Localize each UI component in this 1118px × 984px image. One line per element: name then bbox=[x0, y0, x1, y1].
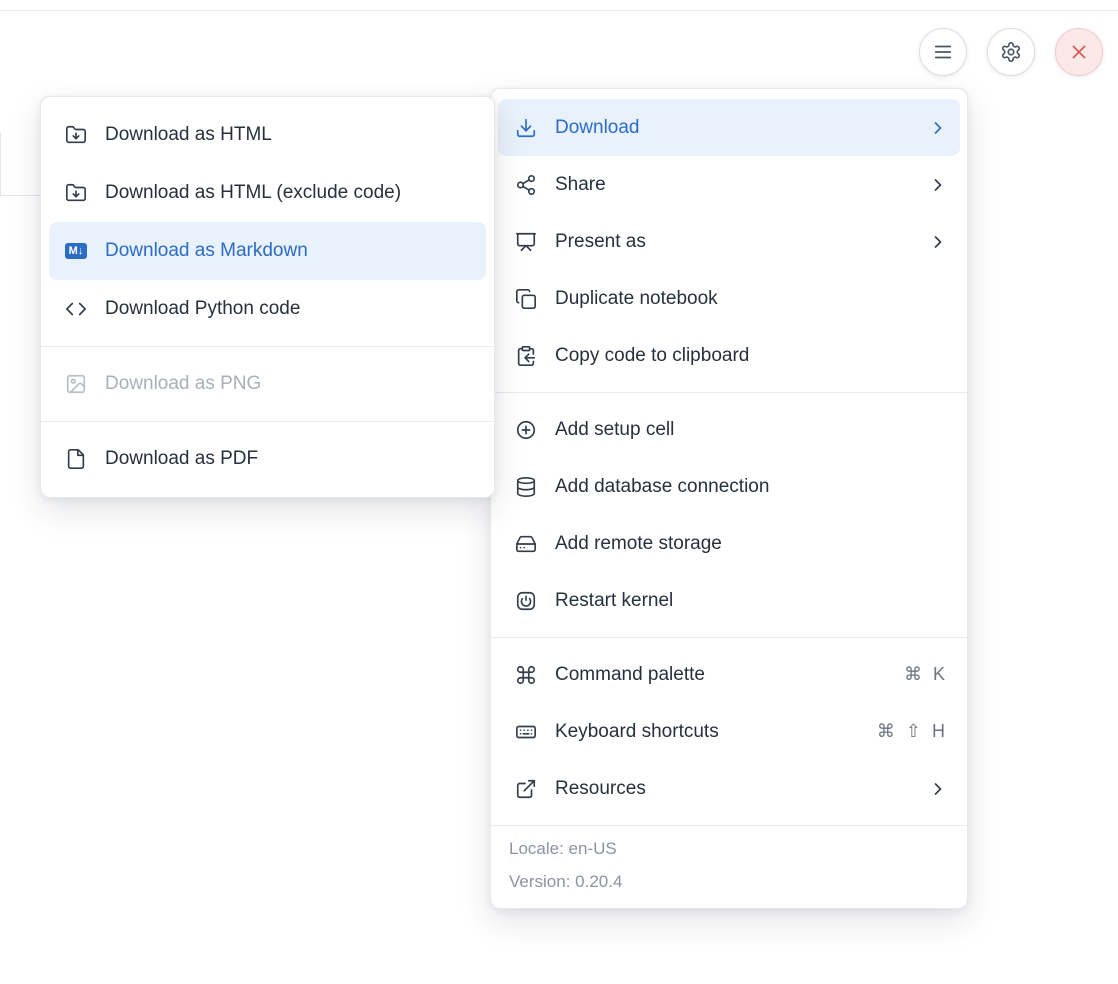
menu-footer: Locale: en-US Version: 0.20.4 bbox=[491, 825, 967, 908]
command-icon bbox=[515, 664, 537, 686]
gear-icon bbox=[1000, 41, 1022, 63]
submenu-item-download-png: Download as PNG bbox=[49, 355, 486, 413]
menu-item-label: Command palette bbox=[555, 664, 886, 686]
close-icon bbox=[1068, 41, 1090, 63]
background-cell-border bbox=[0, 133, 40, 196]
chevron-right-icon bbox=[928, 232, 948, 252]
menu-separator bbox=[41, 346, 494, 347]
keyboard-shortcut: ⌘ ⇧ H bbox=[877, 721, 948, 742]
menu-separator bbox=[491, 392, 967, 393]
hard-drive-icon bbox=[515, 533, 537, 555]
image-icon bbox=[65, 373, 87, 395]
download-icon bbox=[515, 117, 537, 139]
chevron-right-icon bbox=[928, 118, 948, 138]
code-icon bbox=[65, 298, 87, 320]
menu-item-label: Duplicate notebook bbox=[555, 288, 948, 310]
submenu-item-download-python-code[interactable]: Download Python code bbox=[49, 280, 486, 338]
menu-item-label: Add database connection bbox=[555, 476, 948, 498]
menu-item-label: Copy code to clipboard bbox=[555, 345, 948, 367]
menu-item-add-remote-storage[interactable]: Add remote storage bbox=[498, 515, 960, 572]
folder-down-icon bbox=[65, 182, 87, 204]
database-icon bbox=[515, 476, 537, 498]
submenu-item-download-markdown[interactable]: M↓ Download as Markdown bbox=[49, 222, 486, 280]
hamburger-icon bbox=[932, 41, 954, 63]
menu-item-label: Restart kernel bbox=[555, 590, 948, 612]
menu-item-label: Download as Markdown bbox=[105, 240, 474, 262]
menu-item-label: Add remote storage bbox=[555, 533, 948, 555]
menu-item-command-palette[interactable]: Command palette ⌘ K bbox=[498, 646, 960, 703]
submenu-item-download-html[interactable]: Download as HTML bbox=[49, 106, 486, 164]
close-button[interactable] bbox=[1055, 28, 1103, 76]
clipboard-copy-icon bbox=[515, 345, 537, 367]
submenu-item-download-html-exclude-code[interactable]: Download as HTML (exclude code) bbox=[49, 164, 486, 222]
settings-button[interactable] bbox=[987, 28, 1035, 76]
menu-item-label: Present as bbox=[555, 231, 910, 253]
keyboard-icon bbox=[515, 721, 537, 743]
menu-item-label: Download Python code bbox=[105, 298, 474, 320]
menu-item-label: Keyboard shortcuts bbox=[555, 721, 859, 743]
menu-item-label: Resources bbox=[555, 778, 910, 800]
file-icon bbox=[65, 448, 87, 470]
page-top-border bbox=[0, 10, 1118, 11]
menu-item-label: Download as PNG bbox=[105, 373, 474, 395]
notebook-toolbar bbox=[919, 28, 1103, 76]
menu-item-resources[interactable]: Resources bbox=[498, 760, 960, 817]
folder-down-icon bbox=[65, 124, 87, 146]
plus-circle-icon bbox=[515, 419, 537, 441]
menu-item-download[interactable]: Download bbox=[498, 99, 960, 156]
menu-item-restart-kernel[interactable]: Restart kernel bbox=[498, 572, 960, 629]
menu-separator bbox=[491, 637, 967, 638]
menu-item-label: Download as HTML (exclude code) bbox=[105, 182, 474, 204]
menu-item-label: Download as PDF bbox=[105, 448, 474, 470]
menu-item-duplicate-notebook[interactable]: Duplicate notebook bbox=[498, 270, 960, 327]
menu-button[interactable] bbox=[919, 28, 967, 76]
menu-item-label: Download as HTML bbox=[105, 124, 474, 146]
menu-item-keyboard-shortcuts[interactable]: Keyboard shortcuts ⌘ ⇧ H bbox=[498, 703, 960, 760]
presentation-icon bbox=[515, 231, 537, 253]
locale-text: Locale: en-US bbox=[509, 839, 949, 859]
menu-item-label: Share bbox=[555, 174, 910, 196]
download-submenu: Download as HTML Download as HTML (exclu… bbox=[40, 96, 495, 498]
duplicate-icon bbox=[515, 288, 537, 310]
keyboard-shortcut: ⌘ K bbox=[904, 664, 948, 685]
menu-item-label: Download bbox=[555, 117, 910, 139]
power-icon bbox=[515, 590, 537, 612]
external-link-icon bbox=[515, 778, 537, 800]
menu-item-label: Add setup cell bbox=[555, 419, 948, 441]
submenu-item-download-pdf[interactable]: Download as PDF bbox=[49, 430, 486, 488]
menu-item-present-as[interactable]: Present as bbox=[498, 213, 960, 270]
chevron-right-icon bbox=[928, 175, 948, 195]
markdown-icon: M↓ bbox=[65, 240, 87, 262]
page: Download Share Present bbox=[0, 0, 1118, 984]
menu-item-share[interactable]: Share bbox=[498, 156, 960, 213]
menu-item-add-setup-cell[interactable]: Add setup cell bbox=[498, 401, 960, 458]
notebook-menu: Download Share Present bbox=[490, 88, 968, 909]
menu-item-add-database-connection[interactable]: Add database connection bbox=[498, 458, 960, 515]
share-icon bbox=[515, 174, 537, 196]
menu-item-copy-code[interactable]: Copy code to clipboard bbox=[498, 327, 960, 384]
menu-separator bbox=[41, 421, 494, 422]
chevron-right-icon bbox=[928, 779, 948, 799]
version-text: Version: 0.20.4 bbox=[509, 872, 949, 892]
